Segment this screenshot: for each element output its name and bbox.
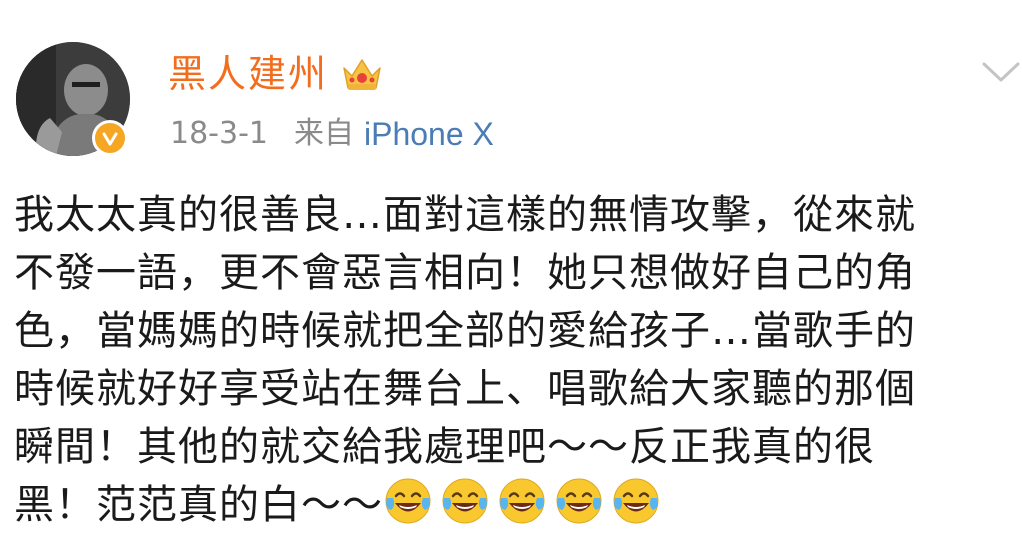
content-line: 時候就好好享受站在舞台上、唱歌給大家聽的那個: [14, 366, 916, 412]
content-line: 色，當媽媽的時候就把全部的愛給孩子…當歌手的: [14, 308, 916, 354]
emoji-row: [383, 478, 668, 528]
crown-icon[interactable]: [340, 54, 384, 94]
source-device[interactable]: iPhone X: [364, 118, 494, 150]
content-line-last: 黑！范范真的白～～: [14, 476, 1014, 534]
verified-v-icon: [102, 132, 118, 146]
verified-badge: [92, 120, 128, 156]
content-line-text: 黑！范范真的白～～: [14, 482, 383, 528]
laughing-tears-emoji: [613, 478, 659, 524]
content-line: 我太太真的很善良…面對這樣的無情攻擊，從來就: [14, 192, 916, 238]
laughing-tears-emoji: [442, 478, 488, 524]
content-line: 瞬間！其他的就交給我處理吧～～反正我真的很: [14, 424, 875, 470]
post-meta: 18-3-1 来自 iPhone X: [170, 112, 494, 156]
post-time: 18-3-1: [170, 116, 268, 151]
username-row: 黑人建州: [168, 46, 384, 102]
weibo-post: 黑人建州 18-3-1 来自 iPhone X 我太太真的很善良…面對這樣的無情…: [0, 0, 1022, 558]
laughing-tears-emoji: [556, 478, 602, 524]
source-label: 来自: [294, 116, 354, 151]
username[interactable]: 黑人建州: [168, 55, 328, 93]
chevron-down-icon[interactable]: [978, 52, 1022, 92]
post-content: 我太太真的很善良…面對這樣的無情攻擊，從來就 不發一語，更不會惡言相向！她只想做…: [14, 186, 1014, 534]
laughing-tears-emoji: [385, 478, 431, 524]
laughing-tears-emoji: [499, 478, 545, 524]
content-line: 不發一語，更不會惡言相向！她只想做好自己的角: [14, 250, 916, 296]
